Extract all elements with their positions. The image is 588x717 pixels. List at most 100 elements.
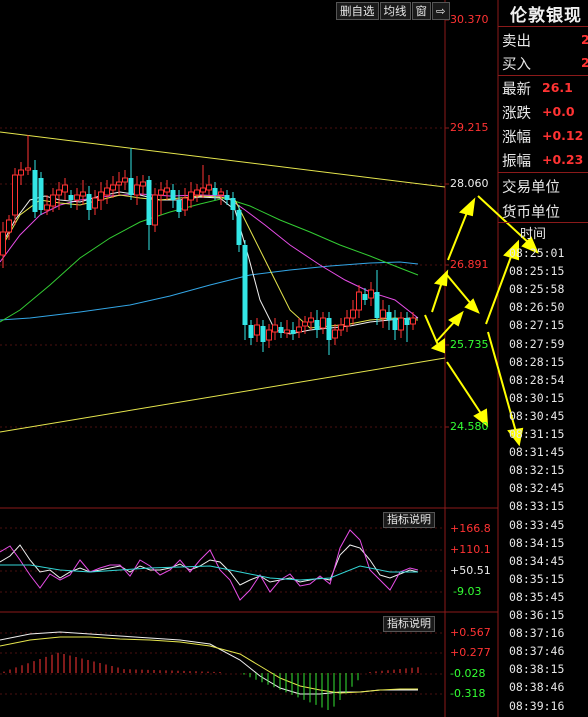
candle-body (152, 194, 158, 226)
candle-body (296, 326, 302, 333)
indicator-axis-label: +0.277 (450, 646, 491, 659)
quote-label-buy: 买入 (502, 57, 531, 73)
candle-body (206, 184, 212, 191)
quote-value-change-pct: +0.12 (542, 128, 584, 143)
indicator-help-button[interactable]: 指标说明 (383, 512, 435, 528)
quote-value-last: 26.1 (542, 80, 573, 95)
candle-body (356, 291, 362, 311)
candle-body (146, 180, 152, 225)
price-axis-label: 29.215 (450, 121, 489, 134)
indicator-axis-label: +0.567 (450, 626, 491, 639)
indicator-axis-label: +166.8 (450, 522, 491, 535)
candle-body (224, 195, 230, 200)
candle-body (386, 312, 392, 320)
candle-body (80, 191, 86, 197)
candle-body (158, 189, 164, 196)
indicator-help-button[interactable]: 指标说明 (383, 616, 435, 632)
candle-body (380, 309, 386, 319)
indicator-axis-label: +110.1 (450, 543, 491, 556)
candle-body (242, 245, 248, 325)
quote-label-amplitude: 振幅 (502, 154, 531, 170)
indicator1-line-cyan (0, 564, 418, 581)
candle-body (140, 181, 146, 187)
candle-body (404, 318, 410, 325)
candle-body (0, 231, 6, 256)
candle-body (200, 187, 206, 193)
candle-body (236, 210, 242, 245)
tick-time: 08:25:15 (509, 264, 565, 279)
quote-label-trade-unit: 交易单位 (502, 180, 560, 196)
instrument-title: 伦敦银现 (510, 6, 582, 26)
tick-time: 08:32:15 (509, 463, 565, 478)
indicator-axis-label: -0.318 (450, 687, 486, 700)
indicator-axis-label: -0.028 (450, 667, 486, 680)
window-button[interactable]: 窗 (411, 2, 431, 20)
candle-body (362, 294, 368, 300)
candle-body (104, 187, 110, 196)
resistance-trendline (0, 131, 446, 188)
tick-time: 08:25:01 (509, 246, 565, 260)
candle-body (164, 187, 170, 193)
candle-body (326, 318, 332, 340)
candle-body (98, 191, 104, 201)
candle-body (44, 204, 50, 211)
candle-body (18, 169, 24, 176)
candle-body (122, 177, 128, 183)
price-axis-label: 25.735 (450, 338, 489, 351)
quote-label-currency-unit: 货币单位 (502, 205, 560, 221)
candle-body (410, 317, 416, 325)
indicator1-line-magenta (0, 529, 419, 601)
candle-body (12, 174, 18, 216)
candle-body (6, 219, 12, 233)
moving-average-button[interactable]: 均线 (379, 2, 411, 20)
candle-body (392, 318, 398, 330)
candle-body (32, 170, 38, 212)
tick-time: 08:28:15 (509, 354, 565, 369)
delete-self-select-button[interactable]: 删自选 (336, 2, 379, 20)
trading-chart-window: 删自选 均线 窗 ⇨ 30.370 29.215 28.060 26.891 2… (0, 0, 588, 717)
tick-time: 08:37:16 (509, 626, 565, 641)
price-axis-label: 24.580 (450, 420, 489, 433)
candle-body (284, 329, 290, 334)
tick-time: 08:36:15 (509, 608, 565, 622)
ma-line-yellow (0, 194, 419, 329)
candle-body (272, 324, 278, 333)
tick-time: 08:28:54 (509, 372, 565, 387)
tick-time: 08:34:45 (509, 553, 565, 568)
candle-body (338, 324, 344, 331)
tick-time: 08:39:16 (509, 698, 565, 713)
quote-value-sell: 2 (581, 32, 588, 47)
candle-body (170, 190, 176, 200)
pin-icon[interactable]: ⇨ (432, 2, 450, 20)
candle-body (254, 324, 260, 336)
tick-time: 08:30:15 (509, 390, 565, 405)
tick-time: 08:34:15 (509, 535, 565, 550)
candle-body (176, 200, 182, 212)
candle-body (374, 292, 380, 318)
candle-body (350, 309, 356, 319)
candle-body (128, 178, 134, 195)
candle-body (230, 198, 236, 210)
indicator2-dea-line (0, 636, 418, 694)
candle-body (248, 325, 254, 338)
candle-body (290, 330, 296, 334)
candle-body (92, 197, 98, 209)
price-axis-label: 28.060 (450, 177, 489, 190)
tick-time: 08:33:45 (509, 517, 565, 532)
quote-panel: 伦敦银现 卖出 2 买入 2 最新 26.1 涨跌 +0.0 涨幅 +0.12 … (498, 0, 588, 717)
candle-body (25, 167, 31, 171)
candle-body (398, 317, 404, 331)
ma-line-magenta (0, 193, 419, 319)
candle-body (320, 317, 326, 329)
indicator-axis-label: +50.51 (450, 564, 491, 577)
tick-time: 08:35:45 (509, 589, 565, 604)
indicator2-dif-line (0, 631, 418, 695)
tick-time: 08:38:46 (509, 680, 565, 695)
candle-body (266, 329, 272, 341)
quote-label-last: 最新 (502, 82, 531, 98)
candle-body (110, 184, 116, 191)
candlestick-series (0, 135, 416, 355)
tick-time: 08:26:50 (509, 300, 565, 315)
candle-body (314, 320, 320, 330)
tick-time: 08:25:58 (509, 282, 565, 297)
